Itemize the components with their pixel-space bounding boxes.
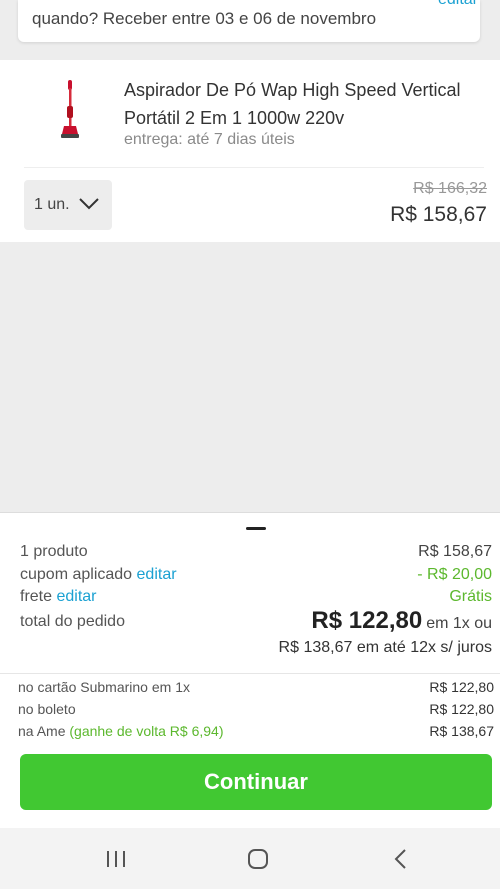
shipping-label: frete	[20, 588, 53, 605]
total-suffix: em 1x ou	[426, 615, 492, 632]
total-label: total do pedido	[20, 613, 125, 630]
system-nav-bar	[0, 828, 500, 889]
products-count-label: 1 produto	[20, 543, 88, 560]
shipping-value: Grátis	[449, 588, 492, 605]
shipping-row: frete editar	[20, 588, 97, 606]
delivery-edit-link[interactable]: editar	[438, 0, 478, 9]
quantity-select[interactable]: 1 un.	[24, 180, 112, 230]
payment-option-label: na Ame	[18, 723, 66, 739]
home-icon[interactable]	[245, 846, 271, 872]
payment-option-value: R$ 122,80	[429, 701, 494, 717]
product-delivery-time: entrega: até 7 dias úteis	[124, 131, 295, 148]
total-line: R$ 122,80 em 1x ou	[311, 607, 492, 635]
recent-apps-icon[interactable]	[103, 846, 129, 872]
coupon-label: cupom aplicado	[20, 566, 133, 583]
divider	[24, 167, 484, 168]
payment-option-value: R$ 138,67	[429, 723, 494, 739]
continue-button[interactable]: Continuar	[20, 754, 492, 810]
cashback-info: (ganhe de volta R$ 6,94)	[69, 723, 224, 739]
divider	[0, 673, 500, 674]
total-amount: R$ 122,80	[311, 607, 423, 634]
delivery-card: editar quando? Receber entre 03 e 06 de …	[18, 0, 480, 42]
coupon-row: cupom aplicado editar	[20, 566, 177, 584]
product-image[interactable]	[52, 78, 88, 144]
back-icon[interactable]	[388, 846, 414, 872]
payment-option-value: R$ 122,80	[429, 679, 494, 695]
order-summary-sheet: 1 produto R$ 158,67 cupom aplicado edita…	[0, 512, 500, 828]
coupon-edit-link[interactable]: editar	[137, 566, 177, 583]
products-subtotal: R$ 158,67	[418, 543, 492, 560]
installments-info: R$ 138,67 em até 12x s/ juros	[278, 639, 492, 656]
chevron-down-icon	[79, 198, 99, 210]
coupon-discount: - R$ 20,00	[417, 566, 492, 583]
payment-option-ame: na Ame (ganhe de volta R$ 6,94)	[18, 723, 223, 739]
payment-option-label: no cartão Submarino em 1x	[18, 679, 190, 695]
delivery-estimate: quando? Receber entre 03 e 06 de novembr…	[32, 9, 377, 28]
current-price: R$ 158,67	[390, 203, 487, 226]
original-price: R$ 166,32	[413, 180, 487, 197]
continue-button-label: Continuar	[204, 769, 308, 794]
payment-option-label: no boleto	[18, 701, 76, 717]
product-name[interactable]: Aspirador De Pó Wap High Speed Vertical …	[124, 76, 484, 132]
cart-item: Aspirador De Pó Wap High Speed Vertical …	[0, 60, 500, 242]
shipping-edit-link[interactable]: editar	[56, 588, 96, 605]
quantity-value: 1 un.	[34, 196, 70, 213]
drag-handle[interactable]	[246, 527, 266, 530]
